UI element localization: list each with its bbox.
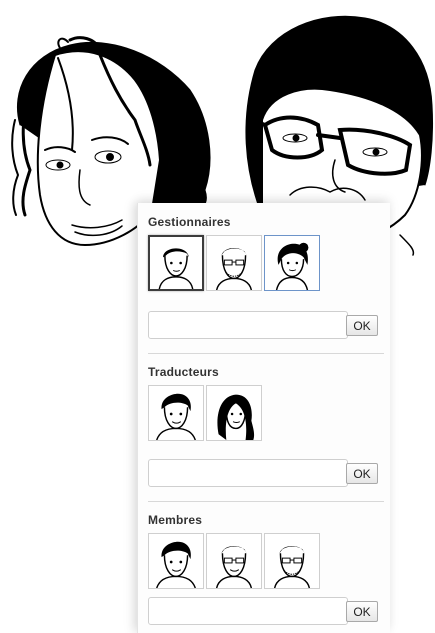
avatar-young-man[interactable] bbox=[148, 533, 204, 589]
woman-long-hair-portrait-icon bbox=[217, 394, 255, 440]
man-glasses-beard-portrait-icon bbox=[215, 248, 253, 290]
man-short-hair-portrait-icon bbox=[158, 248, 194, 289]
gestionnaires-input-row: OK bbox=[148, 311, 384, 341]
woman-curly-hair-portrait-icon bbox=[275, 242, 309, 290]
gestionnaires-ok-button[interactable]: OK bbox=[346, 315, 378, 336]
section-title: Membres bbox=[148, 513, 203, 527]
role-picker-panel: Gestionnaires OK Traducteurs OK Membres … bbox=[137, 203, 390, 633]
avatar-list bbox=[148, 385, 384, 441]
avatar-woman-long-hair[interactable] bbox=[206, 385, 262, 441]
avatar-man-glasses[interactable] bbox=[206, 533, 262, 589]
section-traducteurs: Traducteurs OK bbox=[148, 365, 384, 487]
avatar-man-short-hair[interactable] bbox=[148, 235, 204, 291]
young-man-portrait-icon bbox=[156, 393, 196, 440]
man-glasses-portrait-icon bbox=[215, 546, 253, 588]
section-divider bbox=[148, 353, 384, 354]
man-glasses-beard-portrait-icon bbox=[273, 546, 311, 588]
avatar-man-glasses-beard[interactable] bbox=[264, 533, 320, 589]
avatar-list bbox=[148, 235, 384, 291]
membres-input[interactable] bbox=[148, 597, 348, 625]
membres-ok-button[interactable]: OK bbox=[346, 601, 378, 622]
avatar-young-man[interactable] bbox=[148, 385, 204, 441]
avatar-man-glasses-beard[interactable] bbox=[206, 235, 262, 291]
section-title: Traducteurs bbox=[148, 365, 219, 379]
avatar-woman-curly-hair[interactable] bbox=[264, 235, 320, 291]
young-man-portrait-icon bbox=[156, 541, 196, 588]
membres-input-row: OK bbox=[148, 597, 384, 627]
section-divider bbox=[148, 501, 384, 502]
section-title: Gestionnaires bbox=[148, 215, 231, 229]
traducteurs-input[interactable] bbox=[148, 459, 348, 487]
traducteurs-ok-button[interactable]: OK bbox=[346, 463, 378, 484]
traducteurs-input-row: OK bbox=[148, 459, 384, 489]
section-gestionnaires: Gestionnaires OK bbox=[148, 215, 384, 339]
gestionnaires-input[interactable] bbox=[148, 311, 348, 339]
avatar-list bbox=[148, 533, 384, 589]
section-membres: Membres OK bbox=[148, 513, 384, 625]
